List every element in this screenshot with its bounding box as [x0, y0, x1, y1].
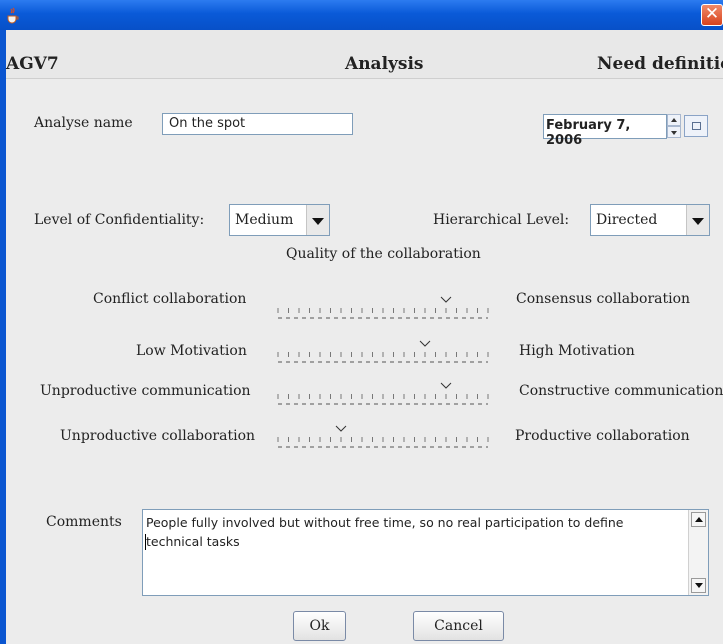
comments-line: People fully involved but without free t… — [146, 515, 624, 530]
slider-track — [277, 340, 489, 363]
slider-left-label: Unproductive communication — [40, 383, 251, 399]
java-cup-icon — [7, 7, 19, 24]
section-title: Analysis — [345, 54, 424, 74]
slider-motivation[interactable] — [275, 335, 493, 365]
spinner-up-button[interactable] — [667, 114, 681, 126]
date-field[interactable]: February 7, 2006 — [543, 114, 667, 148]
chevron-down-icon[interactable] — [306, 205, 329, 235]
ok-button[interactable]: Ok — [293, 611, 346, 641]
slider-right-label: Constructive communication — [519, 383, 723, 399]
slider-left-label: Low Motivation — [136, 343, 247, 359]
calendar-button[interactable] — [684, 115, 708, 137]
confidentiality-label: Level of Confidentiality: — [34, 212, 205, 228]
analyse-name-label: Analyse name — [34, 115, 133, 131]
slider-thumb-icon[interactable] — [419, 340, 431, 347]
quality-title: Quality of the collaboration — [286, 246, 481, 262]
slider-thumb-icon[interactable] — [335, 425, 347, 432]
slider-left-label: Unproductive collaboration — [60, 428, 256, 444]
slider-thumb-icon[interactable] — [440, 382, 452, 389]
cancel-button[interactable]: Cancel — [413, 611, 504, 641]
slider-productivity[interactable] — [275, 420, 493, 450]
slider-left-label: Conflict collaboration — [93, 291, 247, 307]
slider-conflict-consensus[interactable] — [275, 291, 493, 321]
status-text: Need definitio — [597, 54, 723, 74]
window-titlebar[interactable]: ✕ — [0, 0, 723, 30]
window-border — [0, 30, 6, 644]
slider-right-label: Consensus collaboration — [516, 291, 691, 307]
slider-right-label: Productive collaboration — [515, 428, 690, 444]
close-button[interactable]: ✕ — [701, 4, 723, 26]
analyse-name-input[interactable]: On the spot — [162, 113, 353, 135]
scroll-up-button[interactable] — [691, 512, 706, 527]
confidentiality-value: Medium — [235, 212, 294, 228]
text-caret — [145, 534, 146, 550]
slider-track — [277, 296, 489, 319]
close-icon: ✕ — [704, 4, 720, 24]
comments-text: People fully involved but without free t… — [146, 513, 681, 551]
slider-right-label: High Motivation — [519, 343, 635, 359]
header-row: AGV7 Analysis Need definitio — [6, 30, 723, 79]
hierarchical-select[interactable]: Directed — [590, 204, 710, 236]
vertical-scrollbar[interactable] — [688, 510, 708, 595]
hierarchical-label: Hierarchical Level: — [433, 212, 570, 228]
project-name: AGV7 — [6, 54, 59, 74]
comments-label: Comments — [46, 514, 122, 530]
comments-textarea[interactable]: People fully involved but without free t… — [142, 509, 709, 596]
slider-thumb-icon[interactable] — [440, 296, 452, 303]
slider-track — [277, 382, 489, 405]
date-spinner[interactable] — [667, 114, 681, 139]
comments-line: technical tasks — [146, 534, 240, 549]
spinner-down-button[interactable] — [667, 126, 681, 138]
slider-track — [277, 425, 489, 448]
chevron-down-icon[interactable] — [686, 205, 709, 235]
slider-communication[interactable] — [275, 377, 493, 407]
calendar-icon — [692, 122, 701, 130]
hierarchical-value: Directed — [596, 212, 658, 228]
scroll-down-button[interactable] — [691, 578, 706, 593]
confidentiality-select[interactable]: Medium — [229, 204, 330, 236]
